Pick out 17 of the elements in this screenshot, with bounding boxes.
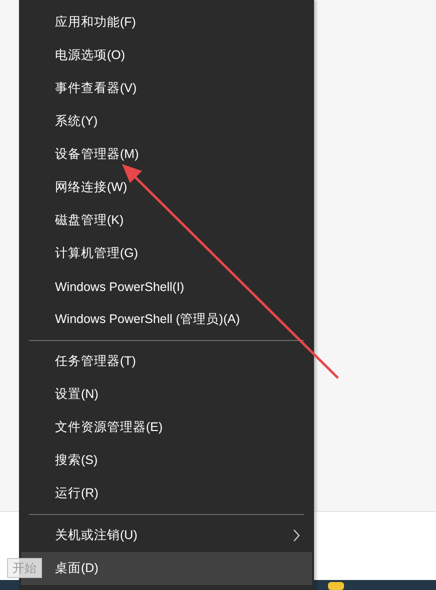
menu-item[interactable]: 计算机管理(G) bbox=[21, 237, 312, 270]
tooltip: 开始 bbox=[7, 558, 42, 578]
menu-item[interactable]: 文件资源管理器(E) bbox=[21, 411, 312, 444]
menu-item[interactable]: 应用和功能(F) bbox=[21, 6, 312, 39]
menu-item[interactable]: 搜索(S) bbox=[21, 444, 312, 477]
menu-item[interactable]: 磁盘管理(K) bbox=[21, 204, 312, 237]
menu-item[interactable]: 电源选项(O) bbox=[21, 39, 312, 72]
menu-item[interactable]: 设备管理器(M) bbox=[21, 138, 312, 171]
menu-item[interactable]: 任务管理器(T) bbox=[21, 345, 312, 378]
menu-item[interactable]: 设置(N) bbox=[21, 378, 312, 411]
menu-item[interactable]: Windows PowerShell(I) bbox=[21, 270, 312, 303]
menu-item[interactable]: 网络连接(W) bbox=[21, 171, 312, 204]
menu-item[interactable]: 运行(R) bbox=[21, 477, 312, 510]
menu-item[interactable]: 事件查看器(V) bbox=[21, 72, 312, 105]
menu-item[interactable]: Windows PowerShell (管理员)(A) bbox=[21, 303, 312, 336]
menu-item[interactable]: 关机或注销(U) bbox=[21, 519, 312, 552]
menu-item[interactable]: 系统(Y) bbox=[21, 105, 312, 138]
